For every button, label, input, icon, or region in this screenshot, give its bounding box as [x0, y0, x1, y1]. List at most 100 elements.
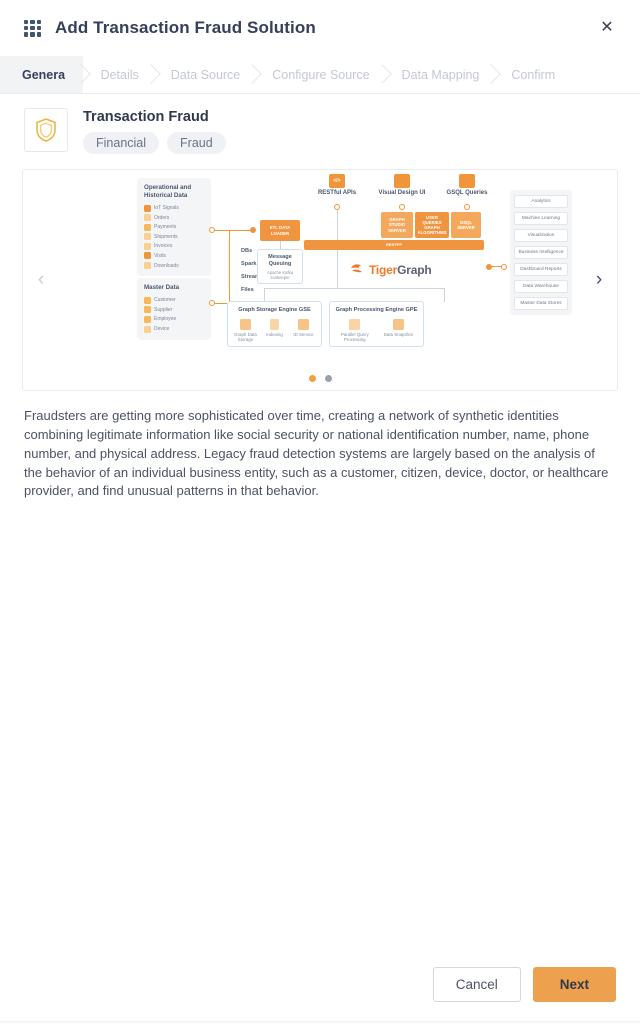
cap-node: [399, 204, 405, 210]
operational-data-panel: Operational and Historical Data IoT Sign…: [137, 178, 211, 277]
panel-item: Visits: [144, 252, 205, 260]
item-label: Device: [154, 326, 170, 333]
device-icon: [144, 325, 151, 333]
master-data-panel: Master Data Customer Supplier Employee D…: [137, 278, 211, 340]
engine-item: ID Service: [290, 318, 318, 342]
logo-text: TigerGraph: [369, 262, 432, 277]
step-data-source[interactable]: Data Source: [153, 56, 254, 93]
engine-title: Graph Storage Engine GSE: [238, 307, 311, 313]
connector-spark: Spark: [241, 261, 257, 267]
visual-design-cap: Visual Design UI: [377, 174, 427, 197]
panel-item: Employee: [144, 315, 205, 323]
connector-label: DBs: [241, 248, 253, 254]
consumer-data-warehouse: Data Warehouse: [514, 280, 568, 293]
engine-item-label: ID Service: [293, 331, 314, 337]
logo-part1: Tiger: [369, 262, 398, 277]
tiger-mark-icon: [351, 264, 362, 273]
engine-item: Parallel Query Processing: [339, 318, 371, 342]
logo-part2: Graph: [397, 262, 432, 277]
step-general[interactable]: General: [0, 56, 83, 93]
cap-label: Visual Design UI: [378, 190, 426, 196]
shipments-icon: [144, 233, 151, 241]
step-confirm[interactable]: Confirm: [493, 56, 569, 93]
supplier-icon: [144, 306, 151, 314]
connector-line: [280, 241, 281, 249]
step-label: Data Source: [170, 67, 241, 82]
item-label: IoT Signals: [154, 205, 179, 211]
panel-item: Shipments: [144, 233, 205, 241]
panel-item: Supplier: [144, 306, 205, 314]
panel-item: Orders: [144, 214, 205, 222]
panel-item: Device: [144, 325, 205, 333]
connector-dbs: DBs: [241, 248, 252, 254]
item-label: Supplier: [154, 306, 173, 313]
next-button[interactable]: Next: [532, 967, 616, 1002]
storage-icon: [240, 318, 251, 330]
parallel-query-icon: [349, 318, 361, 330]
connector-line: [337, 210, 338, 242]
architecture-carousel: ‹ Operational and Historical Data IoT Si…: [22, 169, 618, 391]
consumer-analytics: Analytics: [514, 195, 568, 208]
carousel-next-icon[interactable]: ›: [581, 269, 617, 291]
item-label: Orders: [154, 214, 170, 221]
connector-label: Spark: [241, 261, 257, 267]
solution-name: Transaction Fraud: [83, 109, 209, 125]
wizard-stepper: General Details Data Source Configure So…: [0, 56, 640, 94]
add-solution-dialog: Add Transaction Fraud Solution ✕ General…: [0, 0, 640, 1024]
graph-processing-engine-box: Graph Processing Engine GPE Parallel Que…: [329, 301, 424, 347]
apps-grid-icon: [24, 19, 41, 37]
step-label: Confirm: [511, 67, 556, 82]
restpp-bar: RESTPP: [304, 240, 484, 250]
engine-title: Graph Processing Engine GPE: [335, 307, 418, 313]
item-label: Shipments: [154, 233, 178, 240]
employee-icon: [144, 315, 151, 323]
solution-meta: Transaction Fraud Financial Fraud: [83, 108, 226, 154]
cap-node: [464, 204, 470, 210]
engine-item-label: Graph Data Storage: [234, 331, 257, 343]
iot-icon: [144, 204, 151, 212]
carousel-dot-2[interactable]: [324, 375, 332, 382]
gsql-server-box: GSQL SERVER: [451, 212, 481, 238]
engine-item: Data Snapshot: [382, 318, 414, 342]
item-label: Downloads: [154, 262, 179, 269]
connector-line: [264, 288, 265, 302]
message-queuing-box: Message Queuing Apache Kafka zookeeper: [257, 249, 303, 284]
carousel-dot-1[interactable]: [308, 375, 316, 382]
item-label: Employee: [154, 316, 177, 323]
step-label: Data Mapping: [401, 67, 480, 82]
payments-icon: [144, 223, 151, 231]
connector-line: [444, 288, 445, 302]
connector-line: [229, 230, 231, 304]
code-icon: </>: [329, 174, 345, 188]
tag-fraud: Fraud: [167, 132, 226, 154]
item-label: Visits: [154, 252, 166, 259]
design-icon: [394, 174, 410, 188]
close-icon[interactable]: ✕: [594, 15, 620, 41]
solution-tags: Financial Fraud: [83, 132, 226, 154]
panel-title: Operational and Historical Data: [144, 184, 192, 199]
dialog-header: Add Transaction Fraud Solution ✕: [0, 0, 640, 56]
indexing-icon: [270, 318, 279, 330]
step-details[interactable]: Details: [83, 56, 153, 93]
orders-icon: [144, 214, 151, 222]
cancel-button[interactable]: Cancel: [432, 967, 521, 1002]
carousel-prev-icon[interactable]: ‹: [23, 269, 59, 291]
engine-item: Indexing: [261, 318, 289, 342]
step-data-mapping[interactable]: Data Mapping: [384, 56, 494, 93]
customer-icon: [144, 296, 151, 304]
cap-label: RESTful APIs: [317, 190, 357, 196]
connector-line: [337, 250, 338, 288]
engine-item-label: Indexing: [266, 331, 283, 337]
step-label: Details: [100, 67, 139, 82]
item-label: Payments: [154, 224, 177, 231]
consumer-machine-learning: Machine Learning: [514, 212, 568, 225]
step-configure-source[interactable]: Configure Source: [254, 56, 383, 93]
panel-title: Master Data: [144, 284, 180, 291]
restful-apis-cap: </> RESTful APIs: [312, 174, 362, 197]
connector-node: [501, 264, 507, 270]
item-label: Invoices: [154, 243, 173, 250]
connector-label: Files: [241, 287, 254, 293]
engine-item-label: Data Snapshot: [383, 331, 413, 337]
snapshot-icon: [392, 318, 404, 330]
